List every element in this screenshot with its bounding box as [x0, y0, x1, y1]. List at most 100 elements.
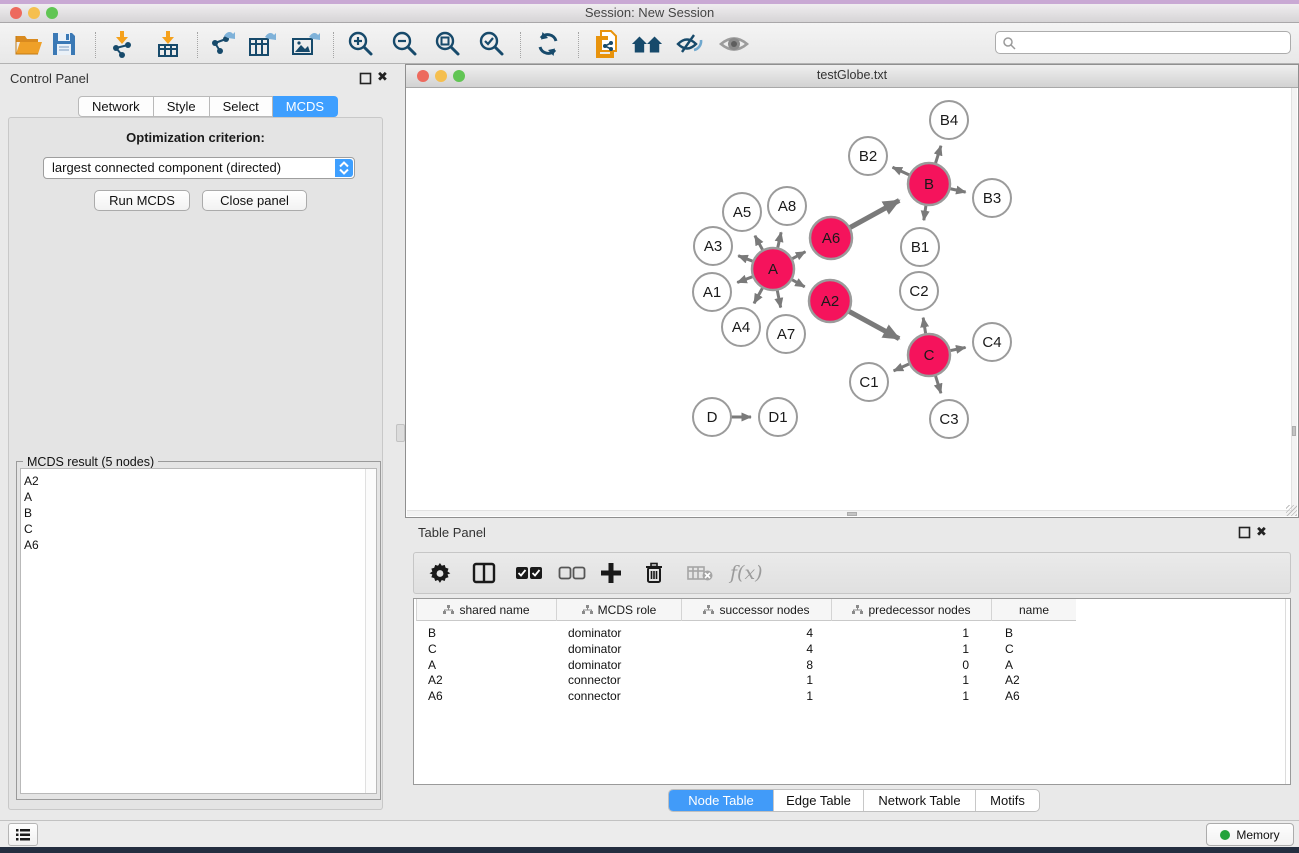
result-item[interactable]: B [24, 505, 376, 521]
gear-icon[interactable] [429, 562, 455, 584]
graph-node-B3[interactable]: B3 [973, 179, 1011, 217]
zoom-fit-icon[interactable] [432, 29, 464, 59]
graph-node-A6[interactable]: A6 [810, 217, 852, 259]
export-network-icon[interactable] [206, 29, 238, 59]
hide-selected-icon[interactable] [674, 29, 706, 59]
result-list-scrollbar[interactable] [365, 469, 376, 793]
network-hscrollbar[interactable] [407, 510, 1297, 516]
graph-node-B4[interactable]: B4 [930, 101, 968, 139]
graph-node-A[interactable]: A [752, 248, 794, 290]
cell-mcds-role[interactable]: connector [568, 672, 679, 688]
network-graph[interactable]: B4B2BB3A5A8A6A3AB1A1C2A2A4A7CC4C1C3DD1 [407, 88, 1297, 511]
network-canvas[interactable]: B4B2BB3A5A8A6A3AB1A1C2A2A4A7CC4C1C3DD1 [407, 88, 1297, 511]
cell-shared-name[interactable]: C [428, 641, 554, 657]
cell-shared-name[interactable]: B [428, 625, 554, 641]
run-mcds-button[interactable]: Run MCDS [94, 190, 190, 211]
cell-mcds-role[interactable]: dominator [568, 657, 679, 673]
graph-node-A2[interactable]: A2 [809, 280, 851, 322]
new-session-icon[interactable] [591, 29, 623, 59]
result-item[interactable]: A6 [24, 537, 376, 553]
graph-node-A1[interactable]: A1 [693, 273, 731, 311]
delete-column-icon[interactable] [644, 562, 670, 584]
close-window-button[interactable] [10, 7, 22, 19]
tab-mcds[interactable]: MCDS [273, 96, 338, 117]
network-minimize-button[interactable] [435, 70, 447, 82]
column-header-MCDS-role[interactable]: MCDS role [556, 599, 681, 621]
panel-splitter-handle[interactable] [396, 424, 405, 442]
cell-successor-nodes[interactable]: 4 [681, 625, 813, 641]
split-columns-icon[interactable] [472, 562, 498, 584]
tab-network-table[interactable]: Network Table [863, 790, 975, 811]
cell-successor-nodes[interactable]: 4 [681, 641, 813, 657]
refresh-icon[interactable] [532, 29, 564, 59]
cell-predecessor-nodes[interactable]: 1 [831, 672, 969, 688]
column-header-name[interactable]: name [991, 599, 1076, 621]
tab-select[interactable]: Select [210, 96, 273, 117]
cell-mcds-role[interactable]: connector [568, 688, 679, 704]
criterion-select[interactable]: largest connected component (directed) [43, 157, 355, 179]
import-table-icon[interactable] [152, 29, 184, 59]
resize-grip[interactable] [1286, 505, 1297, 516]
table-panel-close-icon[interactable]: ✖ [1256, 524, 1269, 537]
tab-style[interactable]: Style [154, 96, 210, 117]
tab-network[interactable]: Network [78, 96, 154, 117]
cell-successor-nodes[interactable]: 8 [681, 657, 813, 673]
add-column-icon[interactable] [601, 563, 627, 583]
cell-name[interactable]: A6 [1005, 688, 1074, 704]
cell-predecessor-nodes[interactable]: 0 [831, 657, 969, 673]
graph-node-C[interactable]: C [908, 334, 950, 376]
cell-name[interactable]: A2 [1005, 672, 1074, 688]
graph-node-C1[interactable]: C1 [850, 363, 888, 401]
task-history-button[interactable] [8, 823, 38, 846]
graph-node-A7[interactable]: A7 [767, 315, 805, 353]
zoom-window-button[interactable] [46, 7, 58, 19]
graph-node-A4[interactable]: A4 [722, 308, 760, 346]
network-close-button[interactable] [417, 70, 429, 82]
cell-mcds-role[interactable]: dominator [568, 641, 679, 657]
result-item[interactable]: A2 [24, 473, 376, 489]
select-all-checkboxes-icon[interactable] [515, 566, 541, 580]
cell-successor-nodes[interactable]: 1 [681, 672, 813, 688]
control-panel-float-icon[interactable] [359, 72, 372, 85]
tab-edge-table[interactable]: Edge Table [773, 790, 863, 811]
export-table-icon[interactable] [246, 29, 278, 59]
import-network-icon[interactable] [106, 29, 138, 59]
mcds-result-list[interactable]: A2ABCA6 [20, 468, 377, 794]
cell-predecessor-nodes[interactable]: 1 [831, 625, 969, 641]
column-header-successor-nodes[interactable]: successor nodes [681, 599, 831, 621]
zoom-selected-icon[interactable] [476, 29, 508, 59]
cell-mcds-role[interactable]: dominator [568, 625, 679, 641]
memory-button[interactable]: Memory [1206, 823, 1294, 846]
cell-name[interactable]: A [1005, 657, 1074, 673]
tab-node-table[interactable]: Node Table [669, 790, 773, 811]
graph-node-D[interactable]: D [693, 398, 731, 436]
graph-node-B[interactable]: B [908, 163, 950, 205]
graph-node-B1[interactable]: B1 [901, 228, 939, 266]
cell-shared-name[interactable]: A [428, 657, 554, 673]
show-networks-icon[interactable] [631, 29, 663, 59]
network-vscrollbar[interactable] [1291, 88, 1297, 511]
graph-node-D1[interactable]: D1 [759, 398, 797, 436]
cell-shared-name[interactable]: A2 [428, 672, 554, 688]
cell-predecessor-nodes[interactable]: 1 [831, 688, 969, 704]
cell-name[interactable]: B [1005, 625, 1074, 641]
clear-checkboxes-icon[interactable] [558, 566, 584, 580]
graph-node-C4[interactable]: C4 [973, 323, 1011, 361]
column-header-predecessor-nodes[interactable]: predecessor nodes [831, 599, 991, 621]
save-session-icon[interactable] [48, 29, 80, 59]
cell-shared-name[interactable]: A6 [428, 688, 554, 704]
close-panel-button[interactable]: Close panel [202, 190, 307, 211]
graph-node-B2[interactable]: B2 [849, 137, 887, 175]
graph-node-A3[interactable]: A3 [694, 227, 732, 265]
open-file-icon[interactable] [13, 29, 45, 59]
result-item[interactable]: C [24, 521, 376, 537]
tab-motifs[interactable]: Motifs [975, 790, 1039, 811]
cell-name[interactable]: C [1005, 641, 1074, 657]
vscroll-handle[interactable] [1292, 426, 1296, 436]
column-header-shared-name[interactable]: shared name [416, 599, 556, 621]
result-item[interactable]: A [24, 489, 376, 505]
graph-node-A5[interactable]: A5 [723, 193, 761, 231]
show-all-icon[interactable] [718, 29, 750, 59]
cell-successor-nodes[interactable]: 1 [681, 688, 813, 704]
export-image-icon[interactable] [289, 29, 321, 59]
